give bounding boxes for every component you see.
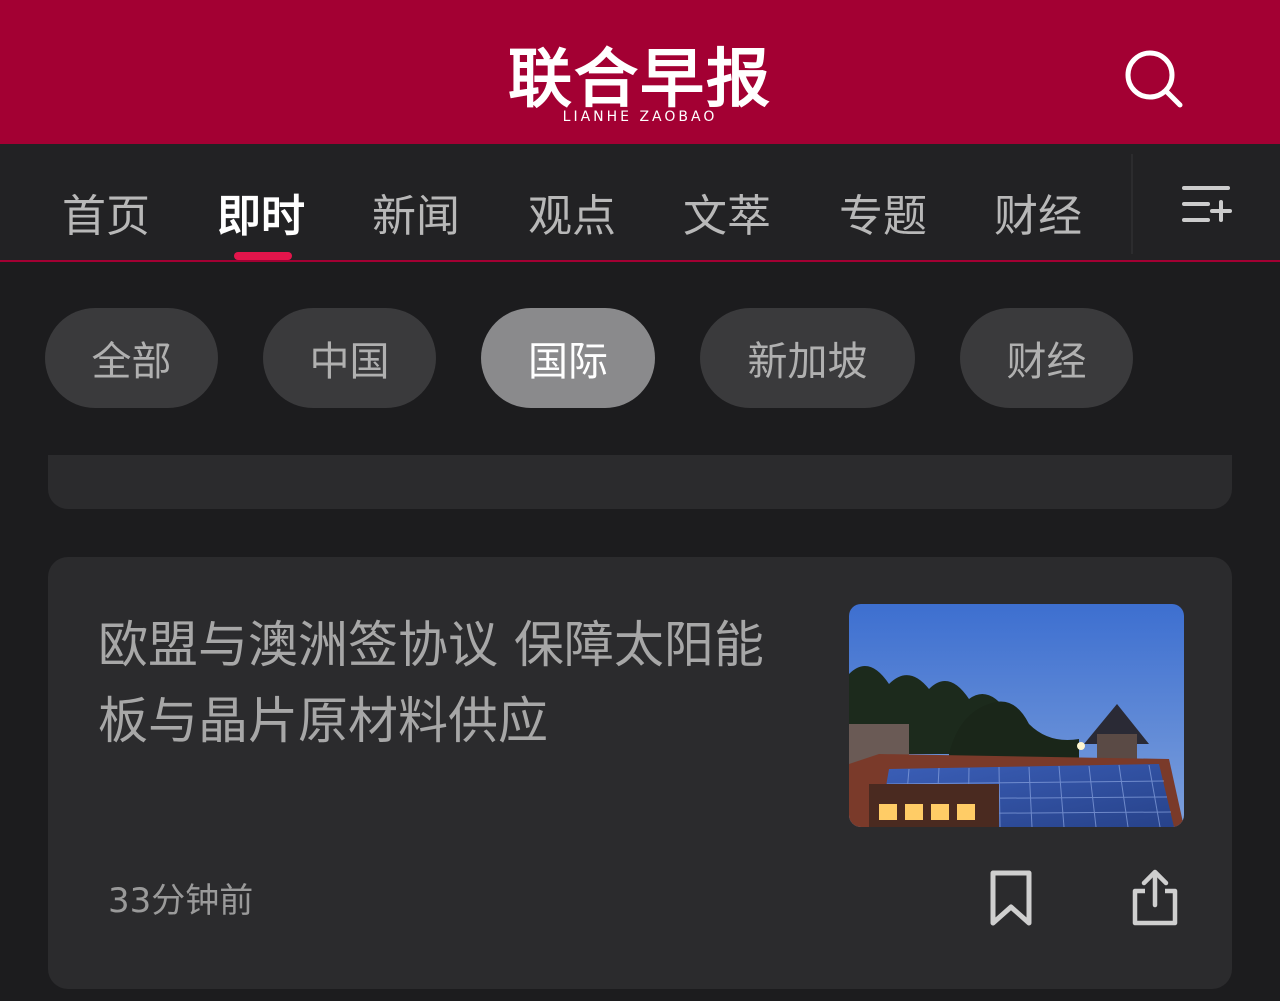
- previous-article-card[interactable]: [48, 455, 1232, 509]
- article-title[interactable]: 欧盟与澳洲签协议 保障太阳能板与晶片原材料供应: [98, 607, 788, 759]
- chip-china[interactable]: 中国: [263, 308, 436, 408]
- main-nav: 首页 即时 新闻 观点 文萃 专题 财经: [0, 144, 1280, 262]
- logo-english: LIANHE ZAOBAO: [562, 109, 718, 125]
- tab-digest[interactable]: 文萃: [683, 180, 771, 244]
- nav-divider: [1131, 154, 1133, 254]
- chip-all[interactable]: 全部: [45, 308, 218, 408]
- tab-realtime[interactable]: 即时: [217, 180, 305, 244]
- logo-chinese[interactable]: 联合早报: [0, 28, 1280, 120]
- article-thumbnail[interactable]: [849, 604, 1184, 827]
- chip-finance[interactable]: 财经: [960, 308, 1133, 408]
- article-timestamp: 33分钟前: [108, 881, 254, 921]
- bookmark-icon[interactable]: [986, 869, 1036, 927]
- tab-news[interactable]: 新闻: [372, 180, 460, 244]
- article-card[interactable]: 欧盟与澳洲签协议 保障太阳能板与晶片原材料供应 33分钟前: [48, 557, 1232, 989]
- chip-singapore[interactable]: 新加坡: [700, 308, 915, 408]
- app-header: 联合早报 LIANHE ZAOBAO: [0, 0, 1280, 144]
- tab-opinion[interactable]: 观点: [528, 180, 616, 244]
- share-icon[interactable]: [1130, 867, 1180, 927]
- tab-home[interactable]: 首页: [62, 180, 150, 244]
- search-icon[interactable]: [1118, 44, 1188, 114]
- list-add-icon[interactable]: [1176, 182, 1236, 226]
- active-tab-indicator: [234, 252, 292, 260]
- chip-international[interactable]: 国际: [481, 308, 655, 408]
- tab-special[interactable]: 专题: [839, 180, 927, 244]
- tab-finance[interactable]: 财经: [994, 180, 1082, 244]
